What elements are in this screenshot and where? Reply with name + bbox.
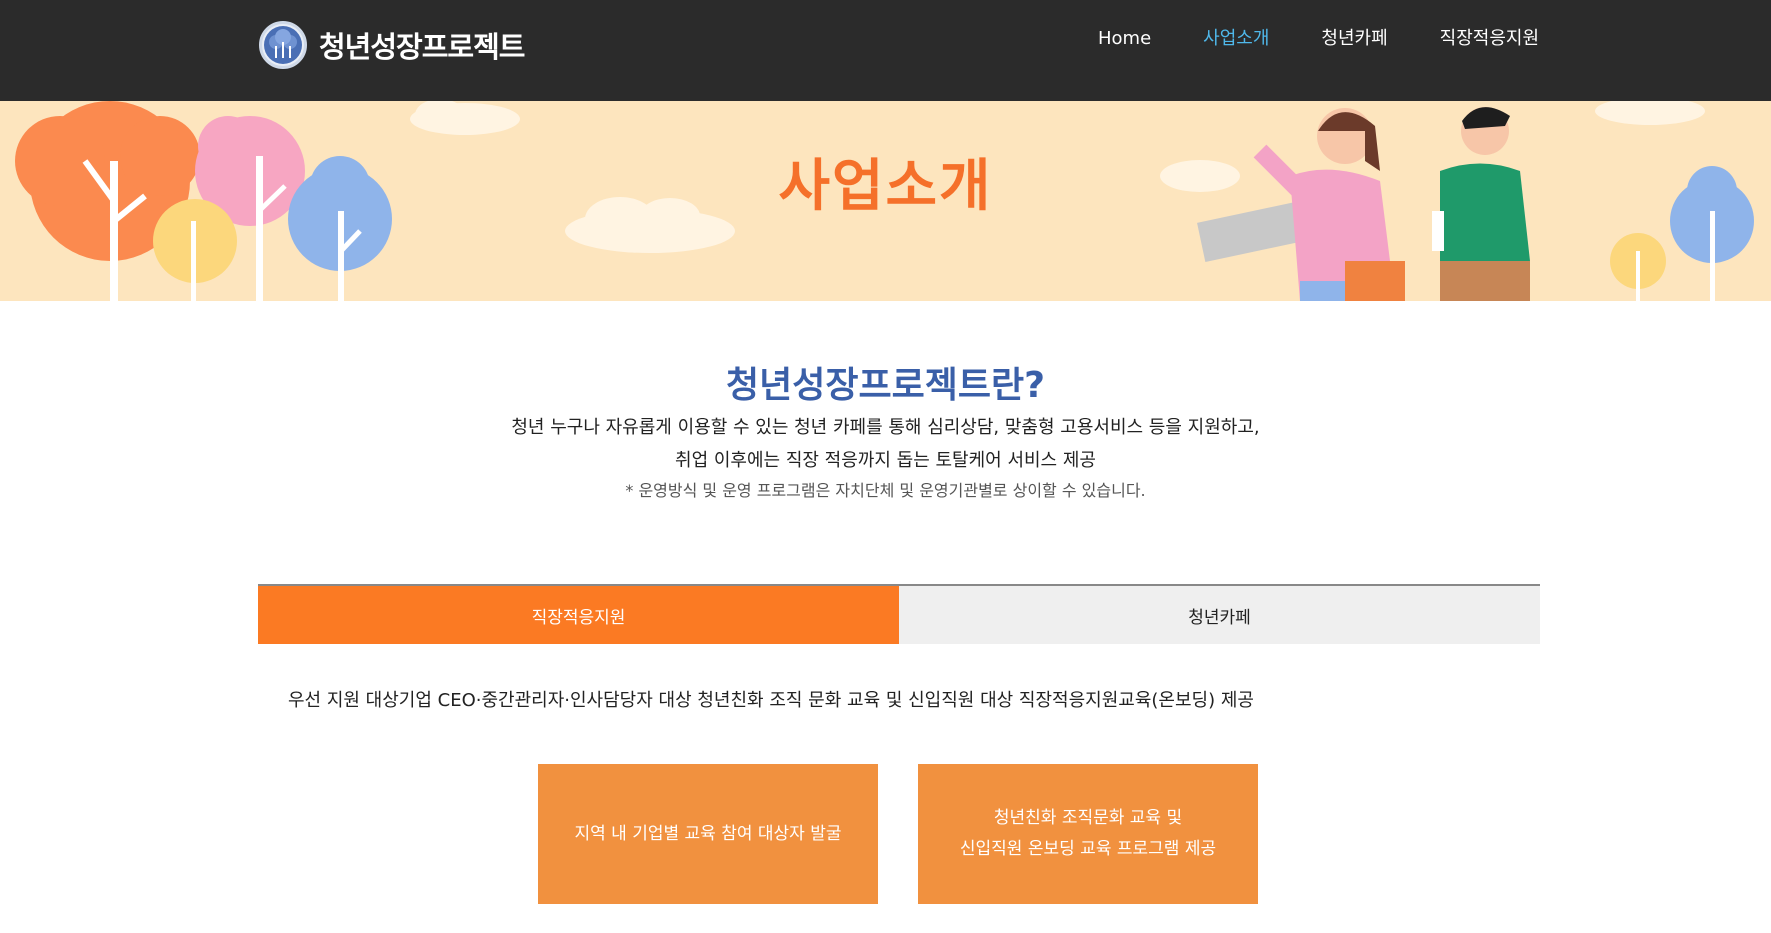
logo-text: 청년성장프로젝트: [319, 30, 525, 64]
nav-home[interactable]: Home: [1098, 26, 1151, 52]
nav-workplace-support[interactable]: 직장적응지원: [1440, 26, 1539, 52]
intro-title: 청년성장프로젝트란?: [726, 365, 1045, 406]
card-text: 신입직원 온보딩 교육 프로그램 제공: [959, 839, 1217, 859]
logo[interactable]: 청년성장프로젝트: [259, 21, 525, 69]
nav-youth-cafe[interactable]: 청년카페: [1321, 26, 1387, 52]
tab-workplace-support[interactable]: 직장적응지원: [258, 586, 899, 644]
intro-line-1: 청년 누구나 자유롭게 이용할 수 있는 청년 카페를 통해 심리상담, 맞춤형…: [511, 417, 1260, 438]
tab-youth-cafe[interactable]: 청년카페: [899, 586, 1540, 644]
program-cards: 지역 내 기업별 교육 참여 대상자 발굴 청년친화 조직문화 교육 및 신입직…: [538, 764, 1258, 904]
program-tabs: 직장적응지원 청년카페: [258, 584, 1540, 644]
program-card[interactable]: 청년친화 조직문화 교육 및 신입직원 온보딩 교육 프로그램 제공: [918, 764, 1258, 904]
site-header: 청년성장프로젝트 Home 사업소개 청년카페 직장적응지원: [0, 0, 1771, 101]
card-text: 청년친화 조직문화 교육 및: [993, 808, 1183, 828]
card-text: 지역 내 기업별 교육 참여 대상자 발굴: [574, 823, 842, 844]
program-card[interactable]: 지역 내 기업별 교육 참여 대상자 발굴: [538, 764, 878, 904]
tab-description: 우선 지원 대상기업 CEO·중간관리자·인사담당자 대상 청년친화 조직 문화…: [288, 690, 1254, 711]
intro-note: * 운영방식 및 운영 프로그램은 자치단체 및 운영기관별로 상이할 수 있습…: [625, 481, 1146, 500]
page-banner: 사업소개: [0, 101, 1771, 301]
main-nav: Home 사업소개 청년카페 직장적응지원: [1046, 26, 1539, 52]
banner-title: 사업소개: [778, 154, 993, 219]
tree-logo-icon: [259, 21, 307, 69]
nav-business-intro[interactable]: 사업소개: [1203, 26, 1269, 52]
intro-line-2: 취업 이후에는 직장 적응까지 돕는 토탈케어 서비스 제공: [675, 450, 1096, 471]
